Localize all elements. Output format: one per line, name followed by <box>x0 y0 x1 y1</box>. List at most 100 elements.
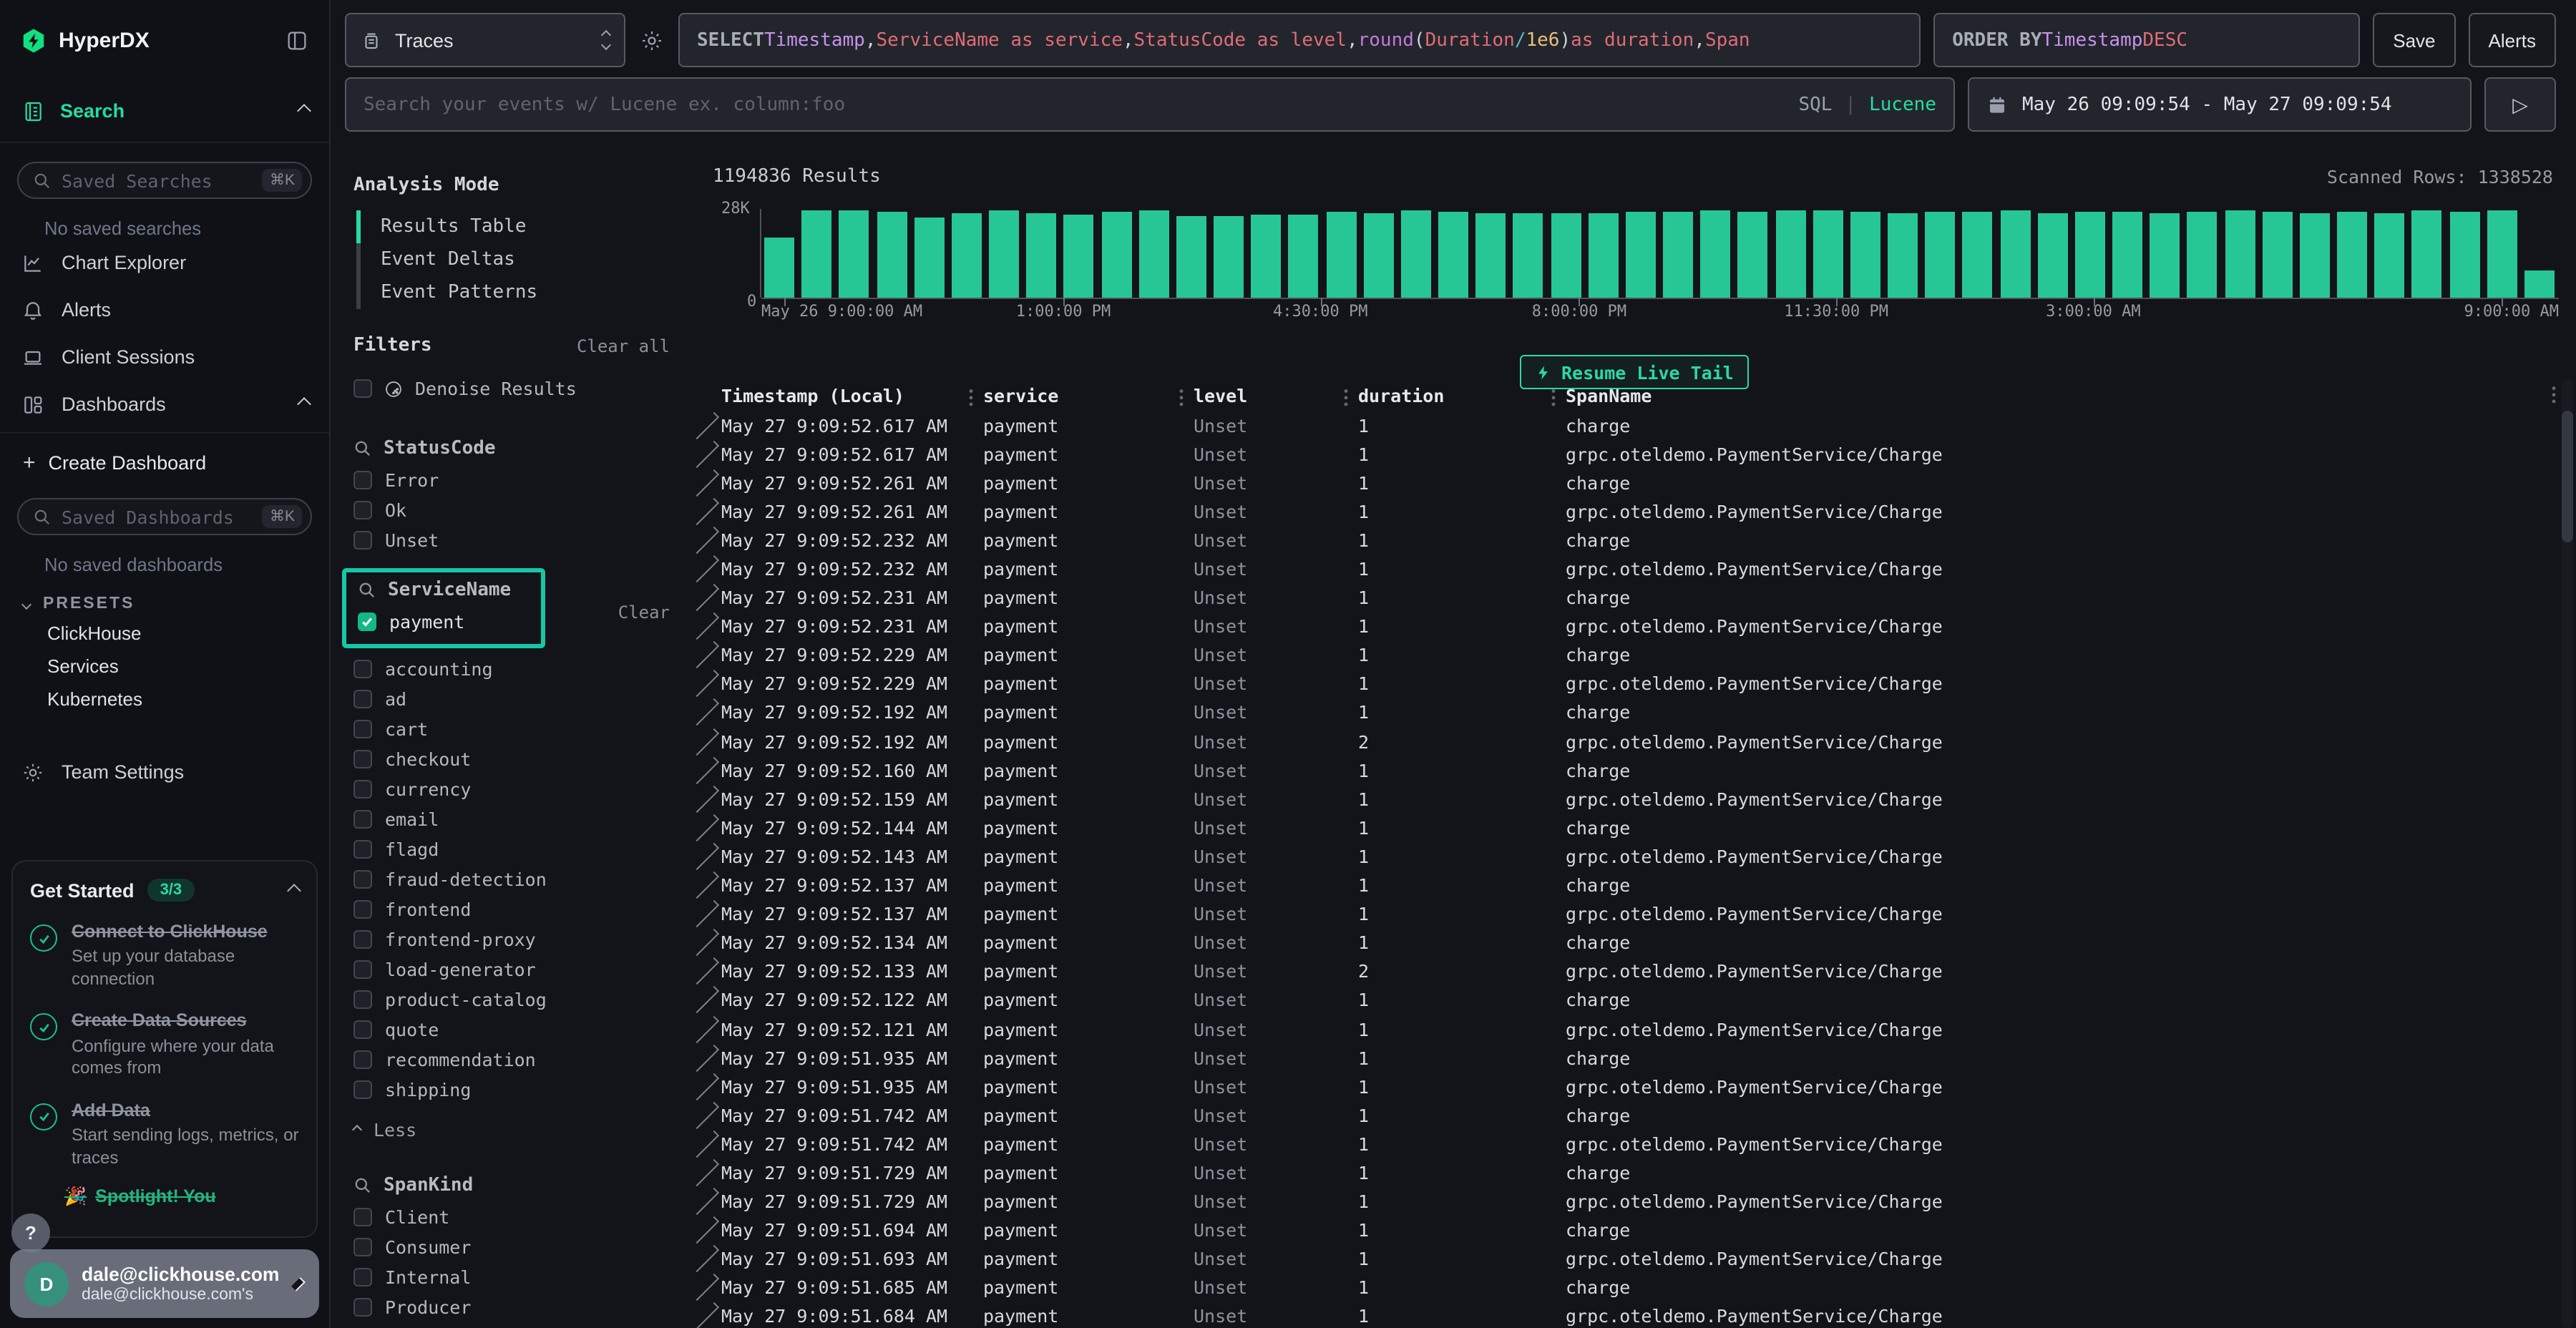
table-row[interactable]: May 27 9:09:51.685 AMpaymentUnset1charge <box>690 1274 2576 1302</box>
filter-option[interactable]: quote <box>353 1019 670 1039</box>
table-row[interactable]: May 27 9:09:52.261 AMpaymentUnset1charge <box>690 468 2576 497</box>
search-input[interactable]: Search your events w/ Lucene ex. column:… <box>345 77 1955 132</box>
create-dashboard-button[interactable]: + Create Dashboard <box>0 434 329 479</box>
column-header-spanname[interactable]: SpanName <box>1566 384 2576 406</box>
table-row[interactable]: May 27 9:09:51.694 AMpaymentUnset1charge <box>690 1216 2576 1244</box>
table-row[interactable]: May 27 9:09:52.231 AMpaymentUnset1charge <box>690 583 2576 612</box>
sidebar-item-clickhouse[interactable]: ClickHouse <box>0 612 329 645</box>
analysis-mode-tab[interactable]: Event Deltas <box>356 243 670 276</box>
date-range-picker[interactable]: May 26 09:09:54 - May 27 09:09:54 <box>1968 77 2472 132</box>
help-button[interactable]: ? <box>11 1214 50 1252</box>
table-row[interactable]: May 27 9:09:52.192 AMpaymentUnset1charge <box>690 698 2576 727</box>
column-menu-icon[interactable] <box>2552 385 2556 405</box>
filter-option[interactable]: checkout <box>353 748 670 768</box>
table-row[interactable]: May 27 9:09:52.121 AMpaymentUnset1grpc.o… <box>690 1015 2576 1043</box>
filter-option[interactable]: load-generator <box>353 959 670 979</box>
table-row[interactable]: May 27 9:09:52.159 AMpaymentUnset1grpc.o… <box>690 784 2576 813</box>
filter-option[interactable]: frontend-proxy <box>353 929 670 949</box>
filter-option[interactable]: Consumer <box>353 1236 670 1256</box>
sidebar-item-chart-explorer[interactable]: Chart Explorer <box>0 239 329 286</box>
table-row[interactable]: May 27 9:09:52.122 AMpaymentUnset1charge <box>690 986 2576 1015</box>
table-row[interactable]: May 27 9:09:52.617 AMpaymentUnset1grpc.o… <box>690 439 2576 468</box>
filter-option[interactable]: product-catalog <box>353 989 670 1009</box>
sidebar-item-dashboards[interactable]: Dashboards <box>0 381 329 428</box>
show-less-toggle[interactable]: Less <box>353 1119 670 1141</box>
filter-option[interactable]: Ok <box>353 499 670 519</box>
alerts-button[interactable]: Alerts <box>2469 13 2556 67</box>
saved-searches-input[interactable]: Saved Searches ⌘K <box>17 162 312 199</box>
search-icon[interactable] <box>358 581 376 600</box>
sidebar-item-search[interactable]: Search <box>0 80 329 143</box>
table-row[interactable]: May 27 9:09:52.133 AMpaymentUnset2grpc.o… <box>690 957 2576 986</box>
filter-option[interactable]: Error <box>353 469 670 489</box>
language-toggle-sql[interactable]: SQL <box>1798 94 1832 115</box>
filter-option[interactable]: recommendation <box>353 1049 670 1069</box>
filter-option[interactable]: email <box>353 809 670 829</box>
filter-option[interactable]: Unset <box>353 529 670 550</box>
column-header-duration[interactable]: duration <box>1358 384 1566 406</box>
collapse-sidebar-icon[interactable] <box>285 28 309 52</box>
source-settings-gear-icon[interactable] <box>638 28 665 52</box>
get-started-step[interactable]: Add Data Start sending logs, metrics, or… <box>30 1099 299 1170</box>
table-row[interactable]: May 27 9:09:52.143 AMpaymentUnset1grpc.o… <box>690 842 2576 871</box>
clear-all-filters-button[interactable]: Clear all <box>577 336 670 356</box>
save-button[interactable]: Save <box>2373 13 2455 67</box>
column-header-service[interactable]: service <box>983 384 1194 406</box>
denoise-results-checkbox[interactable]: Denoise Results <box>353 374 670 404</box>
source-select[interactable]: Traces <box>345 13 625 67</box>
table-row[interactable]: May 27 9:09:51.935 AMpaymentUnset1grpc.o… <box>690 1072 2576 1100</box>
table-row[interactable]: May 27 9:09:52.229 AMpaymentUnset1grpc.o… <box>690 670 2576 698</box>
table-row[interactable]: May 27 9:09:52.232 AMpaymentUnset1charge <box>690 526 2576 555</box>
table-row[interactable]: May 27 9:09:52.232 AMpaymentUnset1grpc.o… <box>690 555 2576 583</box>
filter-option[interactable]: ad <box>353 688 670 708</box>
sidebar-item-kubernetes[interactable]: Kubernetes <box>0 678 329 711</box>
brand[interactable]: HyperDX <box>20 26 285 54</box>
table-row[interactable]: May 27 9:09:51.742 AMpaymentUnset1grpc.o… <box>690 1130 2576 1158</box>
table-row[interactable]: May 27 9:09:51.729 AMpaymentUnset1grpc.o… <box>690 1187 2576 1216</box>
get-started-step[interactable]: Create Data Sources Configure where your… <box>30 1010 299 1080</box>
sidebar-item-team-settings[interactable]: Team Settings <box>0 748 329 796</box>
filter-option[interactable]: frontend <box>353 899 670 919</box>
filter-option[interactable]: Producer <box>353 1297 670 1317</box>
table-row[interactable]: May 27 9:09:51.684 AMpaymentUnset1grpc.o… <box>690 1302 2576 1328</box>
filter-option[interactable]: shipping <box>353 1079 670 1099</box>
clear-servicename-button[interactable]: Clear <box>618 602 670 622</box>
table-row[interactable]: May 27 9:09:52.229 AMpaymentUnset1charge <box>690 641 2576 670</box>
language-toggle-lucene[interactable]: Lucene <box>1869 94 1936 115</box>
filter-option[interactable]: cart <box>353 718 670 738</box>
presets-toggle[interactable]: PRESETS <box>0 575 329 612</box>
user-menu[interactable]: D dale@clickhouse.com dale@clickhouse.co… <box>10 1249 319 1318</box>
saved-dashboards-input[interactable]: Saved Dashboards ⌘K <box>17 498 312 535</box>
column-header-timestamp[interactable]: Timestamp (Local) <box>721 384 983 406</box>
analysis-mode-tab[interactable]: Event Patterns <box>356 276 670 309</box>
table-row[interactable]: May 27 9:09:51.693 AMpaymentUnset1grpc.o… <box>690 1244 2576 1273</box>
sql-select-input[interactable]: SELECT Timestamp, ServiceName as service… <box>678 13 1921 67</box>
filter-option[interactable]: accounting <box>353 658 670 678</box>
table-row[interactable]: May 27 9:09:52.137 AMpaymentUnset1grpc.o… <box>690 899 2576 928</box>
filter-option[interactable]: currency <box>353 778 670 799</box>
filter-option[interactable]: flagd <box>353 839 670 859</box>
table-row[interactable]: May 27 9:09:52.231 AMpaymentUnset1grpc.o… <box>690 612 2576 640</box>
sidebar-item-alerts[interactable]: Alerts <box>0 286 329 333</box>
filter-option[interactable]: Client <box>353 1206 670 1226</box>
live-tail-play-button[interactable]: ▷ <box>2484 77 2556 132</box>
table-row[interactable]: May 27 9:09:52.144 AMpaymentUnset1charge <box>690 814 2576 842</box>
search-icon[interactable] <box>353 439 372 458</box>
get-started-step[interactable]: Connect to ClickHouse Set up your databa… <box>30 920 299 991</box>
filter-option[interactable]: Internal <box>353 1266 670 1286</box>
table-row[interactable]: May 27 9:09:52.137 AMpaymentUnset1charge <box>690 871 2576 899</box>
order-by-input[interactable]: ORDER BY Timestamp DESC <box>1933 13 2360 67</box>
table-row[interactable]: May 27 9:09:51.729 AMpaymentUnset1charge <box>690 1158 2576 1187</box>
column-header-level[interactable]: level <box>1194 384 1358 406</box>
analysis-mode-tab[interactable]: Results Table <box>356 210 670 243</box>
scrollbar-thumb[interactable] <box>2562 411 2573 542</box>
sidebar-item-client-sessions[interactable]: Client Sessions <box>0 333 329 381</box>
table-row[interactable]: May 27 9:09:51.742 AMpaymentUnset1charge <box>690 1101 2576 1130</box>
filter-option-selected[interactable]: payment <box>358 611 530 631</box>
table-row[interactable]: May 27 9:09:52.134 AMpaymentUnset1charge <box>690 928 2576 957</box>
get-started-header[interactable]: Get Started 3/3 <box>30 879 299 902</box>
search-icon[interactable] <box>353 1176 372 1195</box>
sidebar-item-services[interactable]: Services <box>0 645 329 678</box>
table-row[interactable]: May 27 9:09:51.935 AMpaymentUnset1charge <box>690 1043 2576 1072</box>
table-row[interactable]: May 27 9:09:52.617 AMpaymentUnset1charge <box>690 411 2576 439</box>
